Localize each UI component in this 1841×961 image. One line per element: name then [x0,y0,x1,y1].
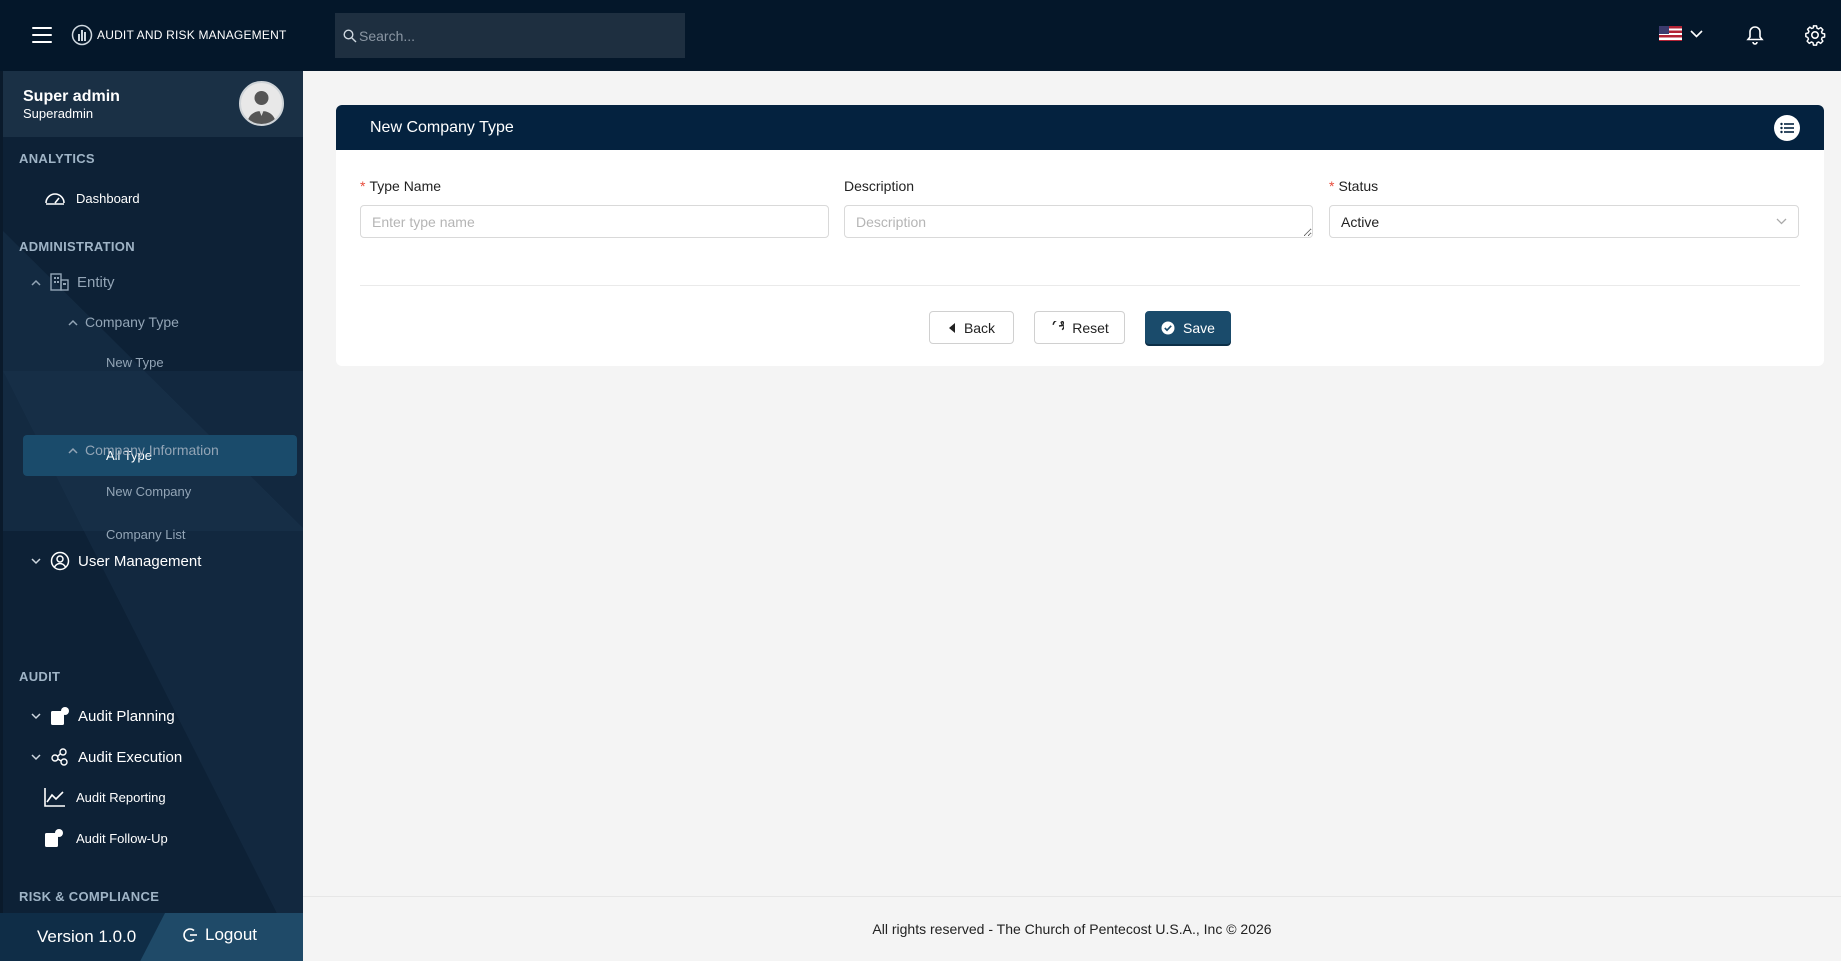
top-bar: AUDIT AND RISK MANAGEMENT [0,0,1841,71]
footer-text: All rights reserved - The Church of Pent… [872,921,1272,937]
required-marker: * [360,178,366,194]
app-logo[interactable]: AUDIT AND RISK MANAGEMENT [71,24,286,46]
logout-icon [183,928,197,942]
section-administration: ADMINISTRATION [19,239,135,254]
save-button-label: Save [1183,319,1215,336]
back-button-label: Back [963,319,996,336]
app-title: AUDIT AND RISK MANAGEMENT [97,28,287,42]
sidebar-item-company-list[interactable]: Company List [106,527,185,542]
search-bar[interactable] [335,13,685,58]
chevron-up-icon [68,447,78,454]
sidebar-item-label: New Company [106,484,192,499]
logo-icon [71,24,93,46]
reset-button-label: Reset [1072,319,1109,336]
dashboard-icon [45,193,65,205]
clipboard-icon [45,829,63,847]
chevron-down-icon [1776,218,1787,225]
description-field[interactable] [844,205,1313,238]
new-company-type-card: New Company Type *Type Name Description … [336,105,1824,366]
sidebar-item-label: Audit Execution [78,748,183,766]
list-view-button[interactable] [1774,115,1800,141]
sidebar-item-label: Audit Follow-Up [76,830,168,846]
sidebar-item-audit-reporting[interactable]: Audit Reporting [44,787,166,807]
user-circle-icon [50,551,70,571]
logout-button[interactable]: Logout [183,925,257,945]
status-label: * Status [1329,178,1378,194]
list-icon [1780,122,1794,134]
required-marker: * [1329,178,1335,194]
divider [360,285,1800,286]
sidebar-item-label: Dashboard [76,190,140,206]
language-selector[interactable] [1659,26,1703,41]
sidebar-item-label: Company Information [85,442,219,458]
clipboard-icon [51,707,69,725]
caret-left-icon [948,322,955,333]
user-profile[interactable]: Super admin Superadmin [3,71,303,137]
status-select[interactable]: Active [1329,205,1799,238]
search-icon [343,28,357,42]
footer: All rights reserved - The Church of Pent… [303,896,1841,961]
sidebar-item-label: Entity [77,273,115,291]
sidebar-item-label: Audit Reporting [76,789,166,805]
chevron-up-icon [68,319,78,326]
section-risk-compliance: RISK & COMPLIANCE [19,889,160,904]
reload-icon [1052,320,1065,330]
sidebar-item-user-management-label[interactable]: User Management [28,551,201,571]
reset-button[interactable]: Reset [1034,311,1125,344]
back-button[interactable]: Back [929,311,1014,344]
sidebar-item-new-company[interactable]: New Company [106,484,191,499]
section-analytics: ANALYTICS [19,151,95,166]
page-title: New Company Type [370,119,514,136]
save-button[interactable]: Save [1145,311,1231,344]
logout-label: Logout [205,925,257,944]
bell-icon[interactable] [1746,25,1764,45]
sidebar-item-new-type[interactable]: New Type [106,355,164,420]
check-circle-icon [1161,321,1175,334]
chevron-down-icon [1690,29,1703,38]
sidebar-item-label: Company Type [85,314,179,330]
menu-icon[interactable] [32,27,52,43]
sidebar-item-label: Audit Planning [78,707,175,725]
gear-icon[interactable] [1804,24,1826,46]
chevron-down-icon [31,753,41,760]
chevron-down-icon [31,557,41,564]
chevron-down-icon [31,712,41,719]
sidebar-item-label: Company List [106,527,186,542]
section-audit: AUDIT [19,669,61,684]
chevron-up-icon [31,279,41,286]
profile-role: Superadmin [23,106,94,121]
sidebar-item-dashboard[interactable]: Dashboard [44,190,140,206]
us-flag-icon [1659,26,1682,41]
type-name-label: * Type Name [360,178,441,194]
sidebar: Super admin Superadmin ANALYTICS Dashboa… [0,71,303,961]
status-label-text: Status [1338,178,1379,194]
avatar[interactable] [239,81,284,126]
sidebar-item-company-type[interactable]: Company Type [65,314,179,330]
version-label: Version 1.0.0 [0,913,165,961]
line-chart-icon [44,788,65,807]
sidebar-item-entity[interactable]: Entity [28,273,115,291]
building-icon [50,273,69,291]
sidebar-item-audit-planning[interactable]: Audit Planning [28,706,175,726]
description-label: Description [844,178,915,194]
search-input[interactable] [359,27,679,44]
sidebar-item-label: New Type [106,355,164,370]
profile-name: Super admin [23,88,120,105]
type-name-label-text: Type Name [369,178,442,194]
sidebar-item-audit-execution[interactable]: Audit Execution [28,747,182,767]
nodes-icon [51,748,68,766]
type-name-input[interactable] [360,205,829,238]
status-selected-value: Active [1341,213,1380,230]
sidebar-item-label: User Management [78,552,202,570]
sidebar-item-company-information[interactable]: Company Information [65,442,219,458]
card-header: New Company Type [336,105,1824,150]
user-avatar-icon [247,91,276,124]
sidebar-item-audit-follow-up[interactable]: Audit Follow-Up [44,828,168,848]
